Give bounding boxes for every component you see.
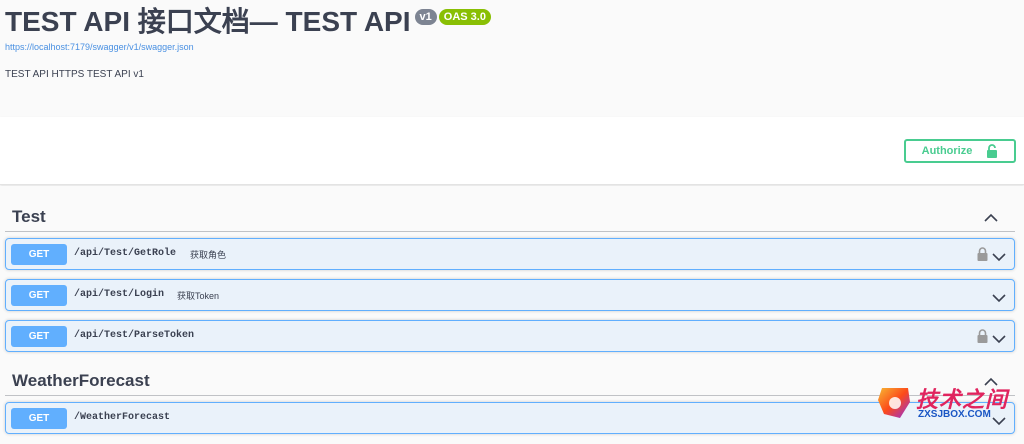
tag-header-test[interactable]: Test: [5, 202, 1015, 232]
authorize-button[interactable]: Authorize: [904, 139, 1016, 163]
authorize-label: Authorize: [921, 145, 973, 157]
opblock-get-login[interactable]: GET /api/Test/Login 获取Token: [5, 279, 1015, 311]
lock-icon[interactable]: [977, 329, 988, 348]
method-badge: GET: [11, 408, 67, 429]
scheme-container: Authorize: [0, 117, 1024, 185]
spec-url-link[interactable]: https://localhost:7179/swagger/v1/swagge…: [5, 42, 194, 52]
api-description: TEST API HTTPS TEST API v1: [5, 69, 144, 80]
tag-name: WeatherForecast: [12, 370, 150, 390]
chevron-down-icon[interactable]: [992, 290, 1006, 308]
method-badge: GET: [11, 285, 67, 306]
method-badge: GET: [11, 244, 67, 265]
watermark-logo-icon: [876, 384, 914, 422]
page-title: TEST API 接口文档— TEST API: [5, 6, 411, 37]
tag-name: Test: [12, 206, 46, 226]
unlocked-lock-icon: [986, 144, 998, 158]
opblock-get-weatherforecast[interactable]: GET /WeatherForecast: [5, 402, 1015, 434]
operation-summary: 获取Token: [177, 291, 220, 301]
tag-header-weatherforecast[interactable]: WeatherForecast: [5, 366, 1015, 396]
opblock-get-parsetoken[interactable]: GET /api/Test/ParseToken: [5, 320, 1015, 352]
oas-badge: OAS 3.0: [438, 9, 491, 25]
operation-summary: 获取角色: [190, 250, 227, 260]
chevron-down-icon[interactable]: [992, 331, 1006, 349]
watermark-text-en: ZXSJBOX.COM: [918, 409, 991, 420]
opblock-get-getrole[interactable]: GET /api/Test/GetRole 获取角色: [5, 238, 1015, 270]
watermark: 技术之间 ZXSJBOX.COM: [876, 382, 1020, 424]
info-section: TEST API 接口文档— TEST API v1 OAS 3.0 https…: [0, 0, 1024, 117]
chevron-up-icon[interactable]: [984, 210, 998, 228]
operation-path: /api/Test/ParseToken: [74, 330, 195, 341]
operation-path: /WeatherForecast: [74, 412, 171, 423]
version-badge: v1: [414, 9, 437, 25]
operations-wrapper: Test GET /api/Test/GetRole 获取角色 GET /api…: [0, 186, 1024, 444]
title-row: TEST API 接口文档— TEST API v1 OAS 3.0: [5, 4, 491, 40]
operation-path: /api/Test/GetRole: [74, 248, 177, 259]
chevron-down-icon[interactable]: [992, 249, 1006, 267]
lock-icon[interactable]: [977, 247, 988, 266]
operation-path: /api/Test/Login: [74, 289, 165, 300]
method-badge: GET: [11, 326, 67, 347]
